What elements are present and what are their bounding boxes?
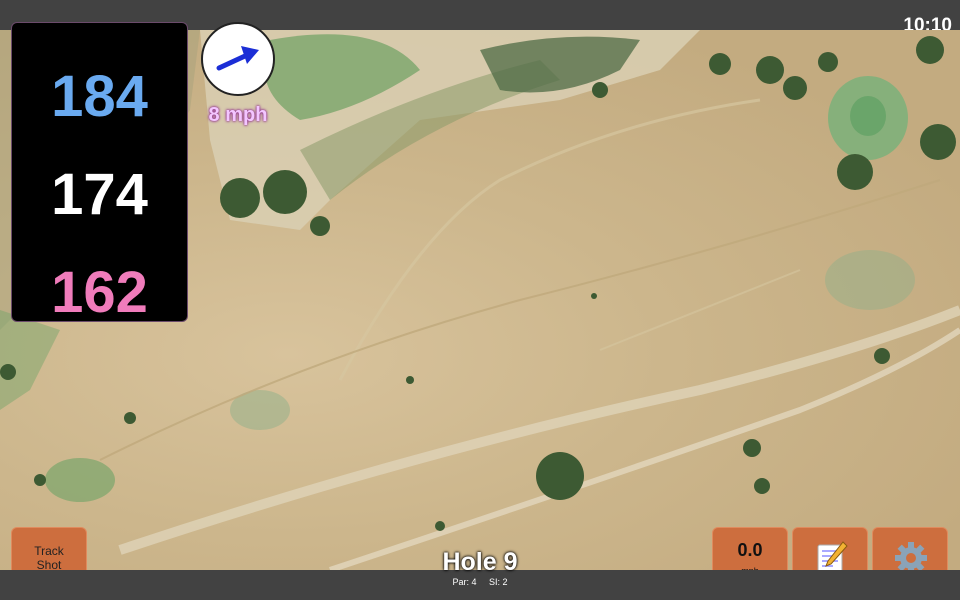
distance-back: 184 bbox=[51, 64, 148, 129]
hole-title: Hole 9 bbox=[442, 548, 518, 576]
distance-middle: 174 bbox=[51, 162, 148, 227]
wind-speed-label: 8 mph bbox=[208, 104, 268, 126]
track-shot-label-line1: Track bbox=[34, 544, 64, 558]
hole-stroke-index: SI: 2 bbox=[489, 577, 508, 587]
distance-panel: 184 174 162 bbox=[11, 22, 188, 325]
wind-direction-indicator bbox=[201, 22, 275, 96]
wind-speed-value: 0.0 bbox=[737, 540, 763, 560]
distance-front: 162 bbox=[51, 260, 148, 325]
arrow-icon bbox=[216, 46, 259, 71]
hole-info: Par: 4 SI: 2 bbox=[400, 577, 560, 587]
hole-par: Par: 4 bbox=[452, 577, 477, 587]
